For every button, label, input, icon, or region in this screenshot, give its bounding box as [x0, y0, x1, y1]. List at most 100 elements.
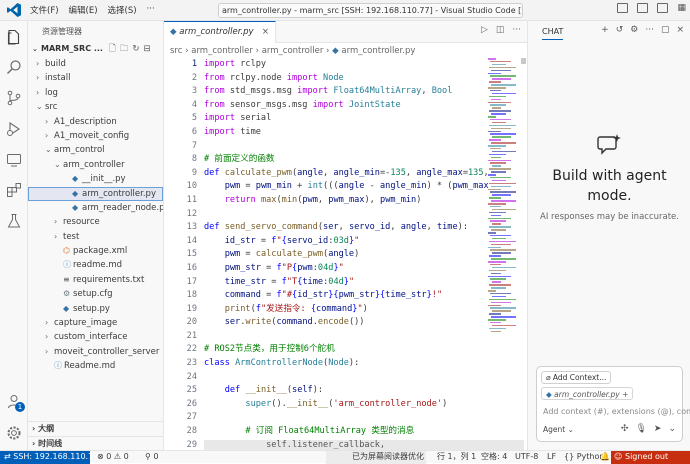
- problems-indicator[interactable]: ⊗ 0 ⚠ 0: [97, 451, 129, 463]
- mode-picker[interactable]: Agent ⌄: [543, 425, 574, 434]
- remote-indicator[interactable]: ⇄ SSH: 192.168.110.77: [0, 451, 98, 464]
- line-number: 7: [191, 140, 197, 151]
- layout-icon[interactable]: ▦: [677, 3, 686, 13]
- more-actions-icon[interactable]: ···: [512, 25, 521, 35]
- breadcrumb-item[interactable]: src: [170, 46, 182, 56]
- end-of-line[interactable]: LF: [547, 451, 556, 463]
- tree-item-label: requirements.txt: [73, 274, 145, 285]
- py-file-icon: ◆: [72, 202, 79, 212]
- code-line: 2 from rclpy.node import Node: [164, 72, 486, 86]
- tree-item-a1-description[interactable]: › A1_description: [28, 115, 163, 129]
- context-file-chip[interactable]: ◆ arm_controller.py +: [541, 387, 634, 400]
- tools-icon[interactable]: ✣: [621, 424, 629, 434]
- ports-icon: ⚲: [145, 452, 151, 461]
- manage-gear-icon[interactable]: [6, 425, 22, 441]
- tab-chat[interactable]: CHAT: [542, 27, 564, 40]
- workspace-root[interactable]: ⌄ MARM_SRC ... 🗋🗀↻⊟: [28, 41, 163, 57]
- testing-icon[interactable]: [6, 213, 22, 229]
- breadcrumb-item[interactable]: arm_controller: [191, 46, 253, 56]
- outline-section[interactable]: › 大纲: [28, 421, 163, 434]
- microphone-icon[interactable]: 🎙: [635, 424, 646, 434]
- tree-item-arm-reader-node-py[interactable]: ◆ arm_reader_node.py: [28, 201, 163, 215]
- tree-item-requirements-txt[interactable]: ≡ requirements.txt: [28, 273, 163, 287]
- new-file-icon[interactable]: 🗋: [109, 44, 120, 54]
- screen-reader-mode[interactable]: 已为屏幕阅读器优化: [326, 451, 426, 464]
- cursor-position[interactable]: 行 1，列 1: [437, 451, 476, 463]
- tree-item-arm-control[interactable]: ⌄ arm_control: [28, 143, 163, 157]
- minimap-line: [488, 130, 501, 133]
- tree-item-log[interactable]: › log: [28, 86, 163, 100]
- tree-item-src[interactable]: ⌄ src: [28, 100, 163, 114]
- menu-edit[interactable]: 编辑(E): [69, 4, 98, 16]
- scrollbar-thumb[interactable]: [521, 58, 526, 64]
- tree-item-label: A1_moveit_config: [54, 130, 130, 141]
- new-folder-icon[interactable]: 🗀: [120, 44, 133, 54]
- menu-selection[interactable]: 选择(S): [108, 4, 137, 16]
- tree-item-setup-py[interactable]: ◆ setup.py: [28, 302, 163, 316]
- toggle-panel-icon[interactable]: [637, 3, 649, 13]
- remote-explorer-icon[interactable]: [6, 152, 22, 168]
- toggle-secondary-sidebar-icon[interactable]: [657, 3, 669, 13]
- source-control-icon[interactable]: [6, 90, 22, 106]
- command-center-title[interactable]: arm_controller.py - marm_src [SSH: 192.1…: [218, 3, 523, 18]
- tree-item-label: readme.md: [73, 260, 123, 271]
- close-icon[interactable]: ×: [262, 22, 269, 43]
- indentation[interactable]: 空格: 4: [481, 451, 507, 463]
- tree-item-init-py[interactable]: ◆ __init__.py: [28, 172, 163, 186]
- more-menu-icon[interactable]: ···: [147, 4, 155, 16]
- minimap[interactable]: [488, 58, 518, 338]
- tree-item-arm-controller[interactable]: ⌄ arm_controller: [28, 158, 163, 172]
- timeline-section[interactable]: › 时间线: [28, 436, 163, 449]
- minimap-line: [489, 124, 516, 127]
- explorer-icon[interactable]: [6, 29, 22, 45]
- code-editor[interactable]: 1 import rclpy 2 from rclpy.node import No…: [164, 58, 489, 450]
- maximize-icon[interactable]: ▢: [661, 25, 670, 35]
- add-icon[interactable]: +: [622, 390, 628, 399]
- more-actions-icon[interactable]: ···: [645, 25, 654, 35]
- send-options-chevron-icon[interactable]: ⌄: [668, 424, 676, 434]
- tree-item-moveit-controller-server[interactable]: › moveit_controller_server: [28, 345, 163, 359]
- tree-item-a1-moveit-config[interactable]: › A1_moveit_config: [28, 129, 163, 143]
- run-debug-icon[interactable]: [6, 121, 22, 137]
- tree-item-resource[interactable]: › resource: [28, 215, 163, 229]
- tree-item-arm-controller-py[interactable]: ◆ arm_controller.py: [28, 186, 163, 201]
- tree-item-custom-interface[interactable]: › custom_interface: [28, 330, 163, 344]
- language-mode[interactable]: {} Python: [564, 451, 604, 463]
- menu-file[interactable]: 文件(F): [30, 4, 59, 16]
- extensions-icon[interactable]: [6, 182, 22, 198]
- tree-item-readme-md[interactable]: ⓘ readme.md: [28, 258, 163, 272]
- tree-item-install[interactable]: › install: [28, 71, 163, 85]
- tab-arm-controller-py[interactable]: ◆ arm_controller.py ×: [164, 21, 276, 43]
- tree-item-test[interactable]: › test: [28, 230, 163, 244]
- tree-item-package-xml[interactable]: ⌬ package.xml: [28, 244, 163, 258]
- workspace-root-label: MARM_SRC ...: [41, 44, 103, 53]
- tree-item-setup-cfg[interactable]: ⚙ setup.cfg: [28, 287, 163, 301]
- settings-icon[interactable]: ⚙: [630, 25, 638, 35]
- encoding[interactable]: UTF-8: [515, 451, 538, 463]
- close-icon[interactable]: ×: [676, 25, 684, 35]
- line-number: 28: [186, 426, 197, 437]
- tree-item-capture-image[interactable]: › capture_image: [28, 316, 163, 330]
- run-python-file-icon[interactable]: ▷: [481, 25, 488, 35]
- notifications-bell-icon[interactable]: 🔔: [600, 451, 610, 463]
- chat-input-box[interactable]: ⌀ Add Context... ◆ arm_controller.py + A…: [536, 366, 690, 442]
- breadcrumb-item[interactable]: arm_controller: [262, 46, 324, 56]
- breadcrumb-item[interactable]: arm_controller.py: [341, 46, 415, 56]
- chat-input-placeholder[interactable]: Add context (#), extensions (@), com: [543, 407, 690, 416]
- search-icon[interactable]: [6, 59, 22, 75]
- split-editor-icon[interactable]: ◫: [496, 25, 505, 35]
- copilot-signed-out[interactable]: Signed out: [611, 451, 690, 464]
- explorer-actions: 🗋🗀↻⊟: [109, 41, 155, 57]
- ports-indicator[interactable]: ⚲ 0: [145, 451, 159, 463]
- collapse-all-icon[interactable]: ⊟: [143, 44, 154, 54]
- tree-item-build[interactable]: › build: [28, 57, 163, 71]
- history-icon[interactable]: ↺: [616, 25, 624, 35]
- add-context-button[interactable]: ⌀ Add Context...: [541, 371, 612, 384]
- toggle-sidebar-icon[interactable]: [617, 3, 629, 13]
- line-number: 12: [186, 208, 197, 219]
- refresh-icon[interactable]: ↻: [132, 44, 143, 54]
- tree-item-readme-md[interactable]: ⓘ Readme.md: [28, 359, 163, 373]
- send-icon[interactable]: ➤: [654, 424, 662, 434]
- new-chat-icon[interactable]: +: [601, 25, 609, 35]
- vertical-scrollbar[interactable]: [520, 58, 527, 450]
